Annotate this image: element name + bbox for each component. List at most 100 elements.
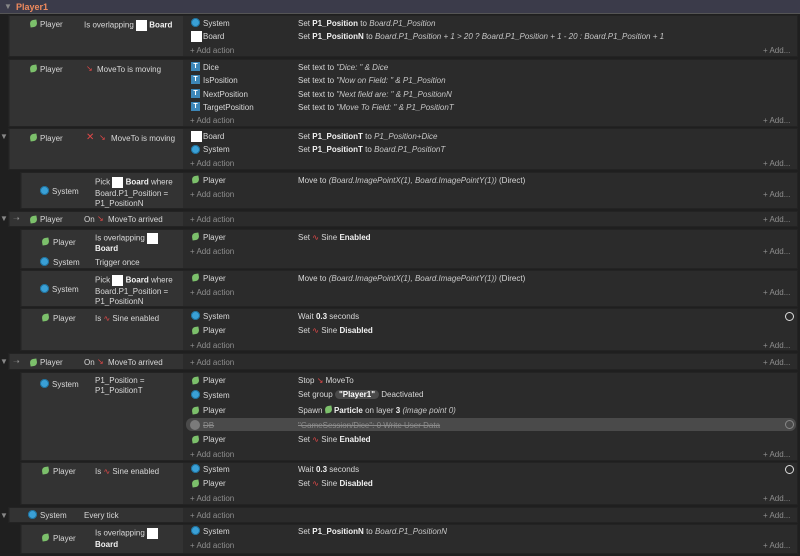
collapse-triangle-icon[interactable]: ▼ <box>0 132 8 141</box>
add-more-link[interactable]: + Add... <box>763 46 790 55</box>
action-object[interactable]: TargetPosition <box>203 103 254 112</box>
condition-text-line[interactable]: P1_PositionT <box>95 386 143 395</box>
action-text[interactable]: Set P1_PositionN to Board.P1_Position + … <box>298 32 664 41</box>
condition-text-object[interactable]: Board <box>95 540 118 549</box>
collapse-triangle-icon[interactable]: ▼ <box>0 511 8 520</box>
condition-text-line[interactable]: Board.P1_Position = <box>95 189 168 198</box>
condition-object[interactable]: Player <box>53 534 76 543</box>
add-more-link[interactable]: + Add... <box>763 450 790 459</box>
condition-object[interactable]: System <box>52 187 79 196</box>
add-action-link[interactable]: + Add action <box>190 288 234 297</box>
add-more-link[interactable]: + Add... <box>763 511 790 520</box>
action-object[interactable]: Player <box>203 233 226 242</box>
action-text[interactable]: Set text to "Move To Field: " & P1_Posit… <box>298 103 454 112</box>
action-object[interactable]: DB <box>203 421 214 430</box>
add-more-link[interactable]: + Add... <box>763 215 790 224</box>
add-action-link[interactable]: + Add action <box>190 190 234 199</box>
action-text[interactable]: Wait 0.3 seconds <box>298 312 359 321</box>
condition-text[interactable]: MoveTo arrived <box>108 215 163 224</box>
action-object[interactable]: System <box>203 391 230 400</box>
condition-text-object[interactable]: Board <box>95 244 118 253</box>
action-text[interactable]: Set ∿ Sine Disabled <box>298 326 373 335</box>
collapse-triangle-icon[interactable]: ▼ <box>0 357 8 366</box>
condition-text[interactable]: Pick Board where <box>95 275 173 286</box>
action-text[interactable]: Set text to "Dice: " & Dice <box>298 63 388 72</box>
action-text[interactable]: Move to (Board.ImagePointX(1), Board.Ima… <box>298 176 525 185</box>
action-text[interactable]: Set group "Player1" Deactivated <box>298 390 423 399</box>
condition-object[interactable]: System <box>52 285 79 294</box>
condition-text[interactable]: MoveTo arrived <box>108 358 163 367</box>
action-text[interactable]: Set P1_PositionT to Board.P1_PositionT <box>298 145 445 154</box>
add-more-link[interactable]: + Add... <box>763 116 790 125</box>
disabled-action-row[interactable] <box>186 418 796 431</box>
add-more-link[interactable]: + Add... <box>763 159 790 168</box>
condition-text[interactable]: Is overlapping Board <box>84 20 172 31</box>
condition-text[interactable]: Is overlapping <box>95 233 159 244</box>
condition-object[interactable]: System <box>40 511 67 520</box>
add-more-link[interactable]: + Add... <box>763 288 790 297</box>
add-action-link[interactable]: + Add action <box>190 450 234 459</box>
action-object[interactable]: NextPosition <box>203 90 248 99</box>
condition-object[interactable]: Player <box>40 65 63 74</box>
action-object[interactable]: Board <box>203 32 224 41</box>
condition-object[interactable]: System <box>53 258 80 267</box>
condition-text[interactable]: Every tick <box>84 511 119 520</box>
action-object[interactable]: System <box>203 19 230 28</box>
action-object[interactable]: Player <box>203 376 226 385</box>
add-action-link[interactable]: + Add action <box>190 511 234 520</box>
condition-text[interactable]: Trigger once <box>95 258 140 267</box>
group-header[interactable]: ▼ Player1 <box>0 0 800 14</box>
action-text[interactable]: Wait 0.3 seconds <box>298 465 359 474</box>
condition-object[interactable]: Player <box>40 215 63 224</box>
action-text[interactable]: Stop ↘ MoveTo <box>298 376 354 385</box>
action-object[interactable]: Player <box>203 435 226 444</box>
action-object[interactable]: Player <box>203 176 226 185</box>
action-text[interactable]: Set P1_PositionN to Board.P1_PositionN <box>298 527 447 536</box>
add-action-link[interactable]: + Add action <box>190 494 234 503</box>
add-action-link[interactable]: + Add action <box>190 159 234 168</box>
condition-text-line[interactable]: Board.P1_Position = <box>95 287 168 296</box>
condition-object[interactable]: Player <box>40 134 63 143</box>
action-text[interactable]: "GameSession/Dice": 0 Write User Data <box>298 421 440 430</box>
collapse-triangle-icon[interactable]: ▼ <box>0 214 8 223</box>
condition-text[interactable]: Is overlapping <box>95 528 159 539</box>
condition-text[interactable]: MoveTo is moving <box>111 134 175 143</box>
add-action-link[interactable]: + Add action <box>190 358 234 367</box>
condition-object[interactable]: Player <box>40 358 63 367</box>
add-more-link[interactable]: + Add... <box>763 541 790 550</box>
action-object[interactable]: Player <box>203 406 226 415</box>
condition-text-line[interactable]: P1_PositionN <box>95 199 143 208</box>
action-object[interactable]: System <box>203 527 230 536</box>
add-more-link[interactable]: + Add... <box>763 247 790 256</box>
action-object[interactable]: Player <box>203 326 226 335</box>
add-more-link[interactable]: + Add... <box>763 494 790 503</box>
action-text[interactable]: Move to (Board.ImagePointX(1), Board.Ima… <box>298 274 525 283</box>
action-object[interactable]: Player <box>203 274 226 283</box>
add-action-link[interactable]: + Add action <box>190 116 234 125</box>
action-object[interactable]: System <box>203 312 230 321</box>
add-more-link[interactable]: + Add... <box>763 341 790 350</box>
add-action-link[interactable]: + Add action <box>190 247 234 256</box>
action-text[interactable]: Set text to "Now on Field: " & P1_Positi… <box>298 76 446 85</box>
action-object[interactable]: IsPosition <box>203 76 238 85</box>
add-more-link[interactable]: + Add... <box>763 190 790 199</box>
action-text[interactable]: Set P1_Position to Board.P1_Position <box>298 19 435 28</box>
condition-text[interactable]: MoveTo is moving <box>97 65 161 74</box>
action-text[interactable]: Spawn Particle on layer 3 (image point 0… <box>298 405 456 415</box>
action-text[interactable]: Set P1_PositionT to P1_Position+Dice <box>298 132 437 141</box>
condition-object[interactable]: Player <box>53 238 76 247</box>
add-action-link[interactable]: + Add action <box>190 46 234 55</box>
action-object[interactable]: Dice <box>203 63 219 72</box>
condition-object[interactable]: Player <box>53 467 76 476</box>
action-object[interactable]: Board <box>203 132 224 141</box>
condition-text[interactable]: Is ∿ Sine enabled <box>95 467 159 476</box>
condition-object[interactable]: System <box>52 380 79 389</box>
condition-text[interactable]: Pick Board where <box>95 177 173 188</box>
condition-text[interactable]: Is ∿ Sine enabled <box>95 314 159 323</box>
condition-text-line[interactable]: P1_PositionN <box>95 297 143 306</box>
collapse-triangle-icon[interactable]: ▼ <box>4 2 12 11</box>
condition-text-line[interactable]: P1_Position = <box>95 376 145 385</box>
add-action-link[interactable]: + Add action <box>190 541 234 550</box>
action-object[interactable]: System <box>203 465 230 474</box>
action-object[interactable]: System <box>203 145 230 154</box>
